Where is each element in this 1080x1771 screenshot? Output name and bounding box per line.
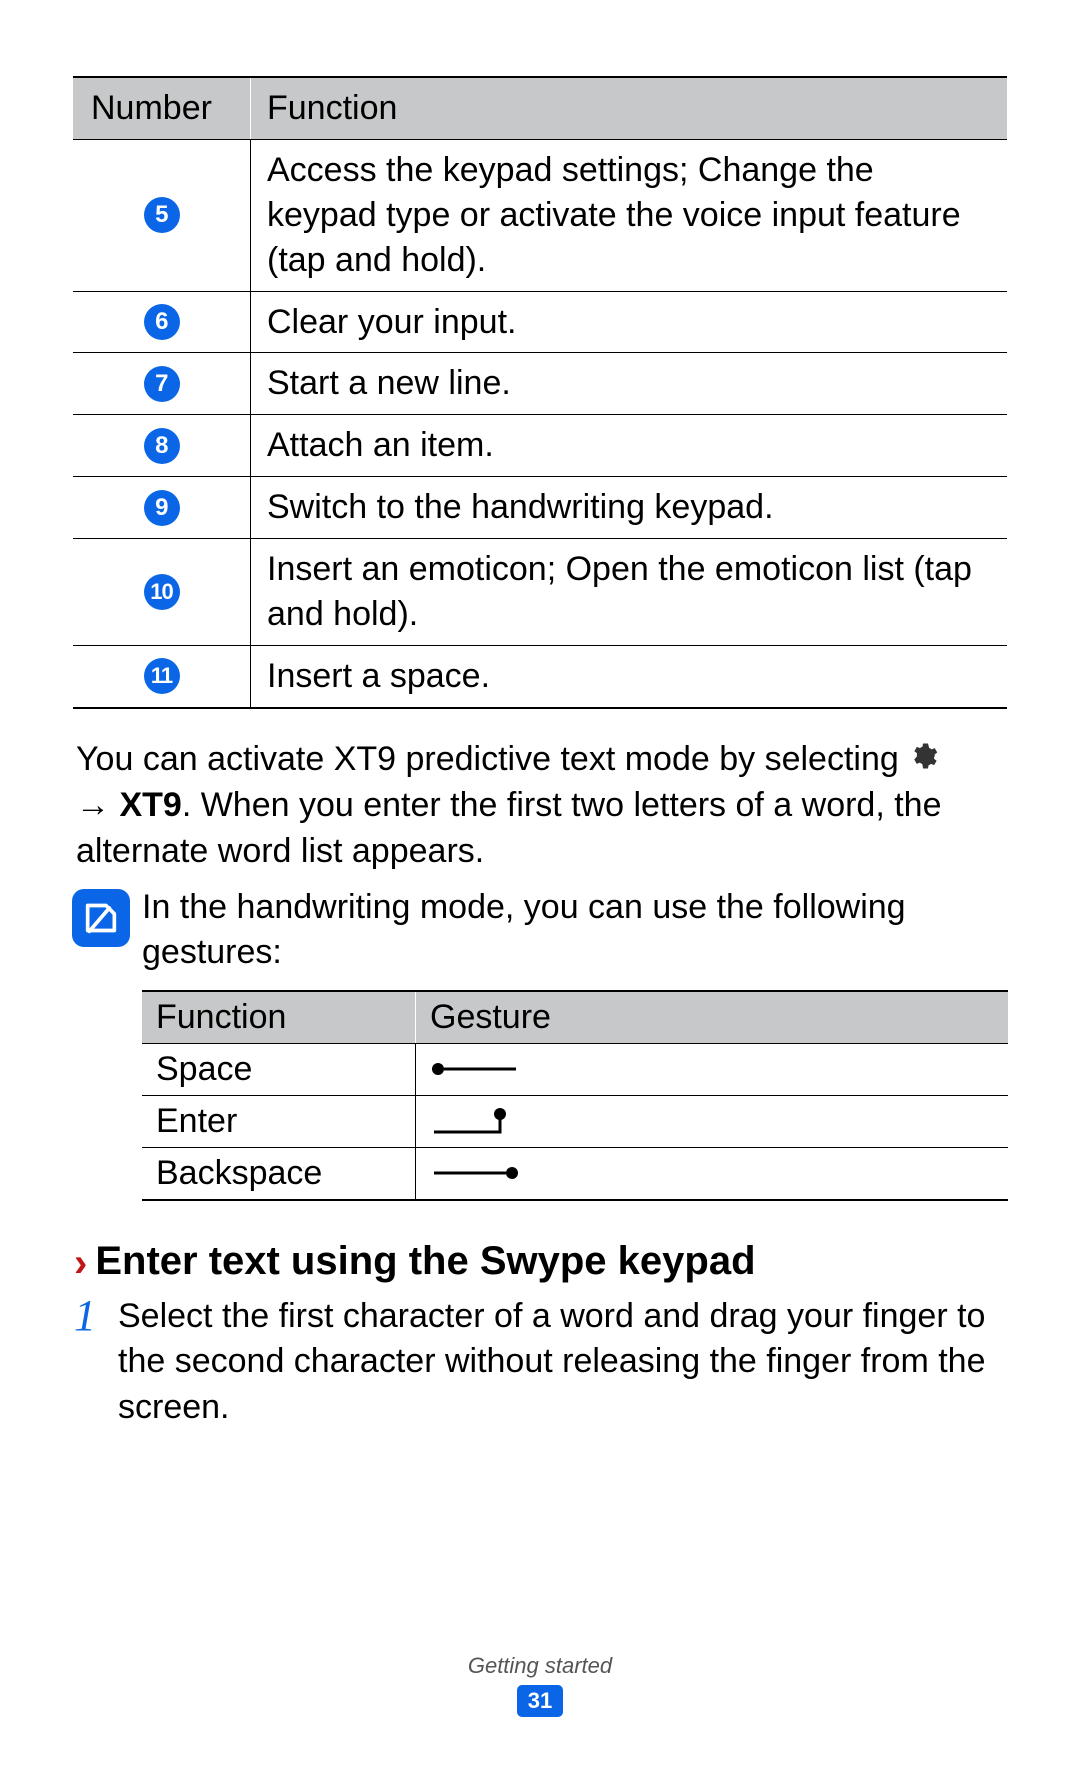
row-number: 9: [73, 477, 251, 538]
table-row: Space: [142, 1043, 1008, 1095]
section-title: Enter text using the Swype keypad: [95, 1239, 755, 1284]
table-row: 9 Switch to the handwriting keypad.: [73, 476, 1007, 538]
table-row: 6 Clear your input.: [73, 291, 1007, 353]
gesture-name: Enter: [142, 1096, 416, 1147]
function-table: Number Function 5 Access the keypad sett…: [73, 76, 1007, 709]
table-row: 5 Access the keypad settings; Change the…: [73, 139, 1007, 291]
chevron-right-icon: ›: [74, 1243, 87, 1283]
text: You can activate XT9 predictive text mod…: [76, 740, 908, 778]
row-number: 7: [73, 353, 251, 414]
row-function: Access the keypad settings; Change the k…: [251, 140, 1007, 291]
col-header-gesture: Gesture: [416, 992, 1008, 1043]
xt9-paragraph: You can activate XT9 predictive text mod…: [76, 737, 1004, 875]
table-row: Backspace: [142, 1147, 1008, 1199]
gesture-name: Backspace: [142, 1148, 416, 1199]
table-row: Function Gesture: [142, 992, 1008, 1043]
page-number: 31: [517, 1685, 563, 1717]
note-icon: [72, 889, 130, 947]
table-row: 10 Insert an emoticon; Open the emoticon…: [73, 538, 1007, 645]
callout-circle-icon: 8: [144, 428, 180, 464]
section-heading: › Enter text using the Swype keypad: [74, 1239, 1006, 1284]
row-number: 10: [73, 539, 251, 645]
callout-circle-icon: 9: [144, 490, 180, 526]
step-text: Select the first character of a word and…: [118, 1294, 1006, 1431]
row-number: 5: [73, 140, 251, 291]
gesture-enter-icon: [416, 1096, 1008, 1147]
text: . When you enter the first two letters o…: [76, 786, 942, 870]
page: Number Function 5 Access the keypad sett…: [0, 0, 1080, 1771]
table-row: Enter: [142, 1095, 1008, 1147]
row-function: Switch to the handwriting keypad.: [251, 477, 1007, 538]
row-number: 6: [73, 292, 251, 353]
row-function: Insert a space.: [251, 646, 1007, 707]
table-row: Number Function: [73, 78, 1007, 139]
col-header-number: Number: [73, 78, 251, 139]
note-block: In the handwriting mode, you can use the…: [72, 885, 1008, 976]
row-function: Start a new line.: [251, 353, 1007, 414]
row-function: Attach an item.: [251, 415, 1007, 476]
row-number: 11: [73, 646, 251, 707]
callout-circle-icon: 5: [144, 197, 180, 233]
callout-circle-icon: 7: [144, 366, 180, 402]
gesture-table: Function Gesture Space Enter Backspace: [142, 990, 1008, 1201]
text-bold: XT9: [119, 786, 181, 824]
col-header-function: Function: [142, 992, 416, 1043]
callout-circle-icon: 11: [144, 658, 180, 694]
section: › Enter text using the Swype keypad: [74, 1239, 1006, 1284]
gesture-backspace-icon: [416, 1148, 1008, 1199]
row-function: Insert an emoticon; Open the emoticon li…: [251, 539, 1007, 645]
row-number: 8: [73, 415, 251, 476]
gesture-space-icon: [416, 1044, 1008, 1095]
gear-icon: [908, 738, 938, 784]
footer: Getting started 31: [0, 1653, 1080, 1717]
table-row: 11 Insert a space.: [73, 645, 1007, 707]
col-header-function: Function: [251, 78, 1007, 139]
callout-circle-icon: 10: [144, 574, 180, 610]
footer-label: Getting started: [468, 1653, 612, 1679]
step-number: 1: [74, 1294, 104, 1431]
gesture-name: Space: [142, 1044, 416, 1095]
table-row: 8 Attach an item.: [73, 414, 1007, 476]
row-function: Clear your input.: [251, 292, 1007, 353]
text: →: [76, 786, 119, 824]
table-row: 7 Start a new line.: [73, 352, 1007, 414]
note-text: In the handwriting mode, you can use the…: [142, 885, 1008, 976]
step: 1 Select the first character of a word a…: [74, 1294, 1006, 1431]
callout-circle-icon: 6: [144, 304, 180, 340]
